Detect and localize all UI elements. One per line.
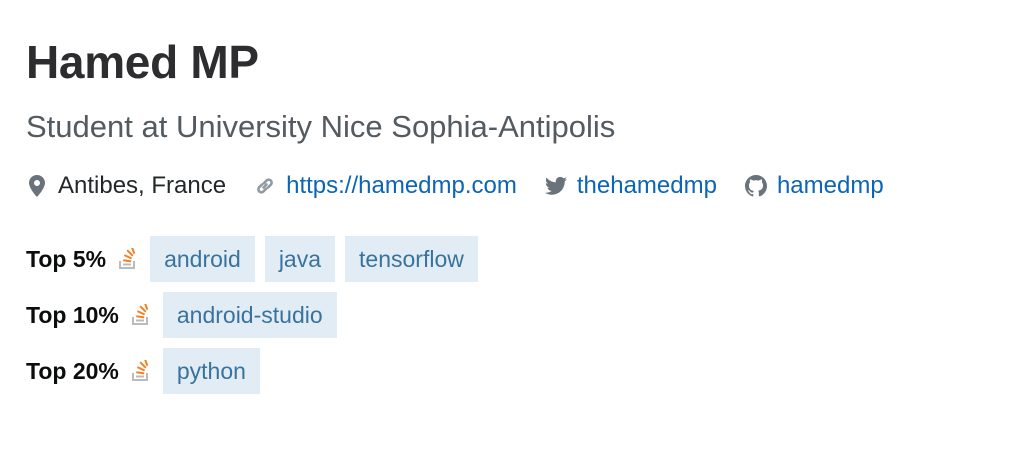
tag-tensorflow[interactable]: tensorflow xyxy=(345,236,478,282)
tag-rank-row: Top 5% android java tensorflow xyxy=(26,235,1016,283)
stackoverflow-icon xyxy=(118,247,140,271)
tag-android-studio[interactable]: android-studio xyxy=(162,292,337,338)
stackoverflow-icon xyxy=(131,303,153,327)
user-profile-card: Hamed MP Student at University Nice Soph… xyxy=(26,34,1016,403)
tag-rank-row: Top 10% android-studio xyxy=(26,291,1016,339)
rank-label: Top 20% xyxy=(26,357,119,384)
user-meta-row: Antibes, France https://hamedmp.com theh… xyxy=(26,167,1016,205)
rank-label: Top 10% xyxy=(26,301,119,328)
tag-python[interactable]: python xyxy=(162,348,260,394)
website-link[interactable]: https://hamedmp.com xyxy=(286,172,517,200)
github-link[interactable]: hamedmp xyxy=(777,172,884,200)
github-icon xyxy=(744,174,767,198)
rank-label: Top 5% xyxy=(26,245,107,272)
twitter-link[interactable]: thehamedmp xyxy=(577,172,717,200)
location-pin-icon xyxy=(26,174,48,198)
tag-java[interactable]: java xyxy=(264,236,336,282)
stackoverflow-icon xyxy=(131,359,153,383)
tag-rank-row: Top 20% python xyxy=(26,347,1016,395)
link-icon xyxy=(254,174,276,198)
tag-android[interactable]: android xyxy=(150,236,255,282)
twitter-icon xyxy=(544,174,567,198)
user-name: Hamed MP xyxy=(26,36,259,88)
location-text: Antibes, France xyxy=(58,172,227,199)
location-item: Antibes, France xyxy=(26,172,226,200)
website-item: https://hamedmp.com xyxy=(254,172,517,200)
github-item: hamedmp xyxy=(744,172,884,200)
twitter-item: thehamedmp xyxy=(544,172,717,200)
top-tags-block: Top 5% android java tensorflow Top 10% a… xyxy=(26,235,1016,395)
user-title: Student at University Nice Sophia-Antipo… xyxy=(26,109,616,144)
